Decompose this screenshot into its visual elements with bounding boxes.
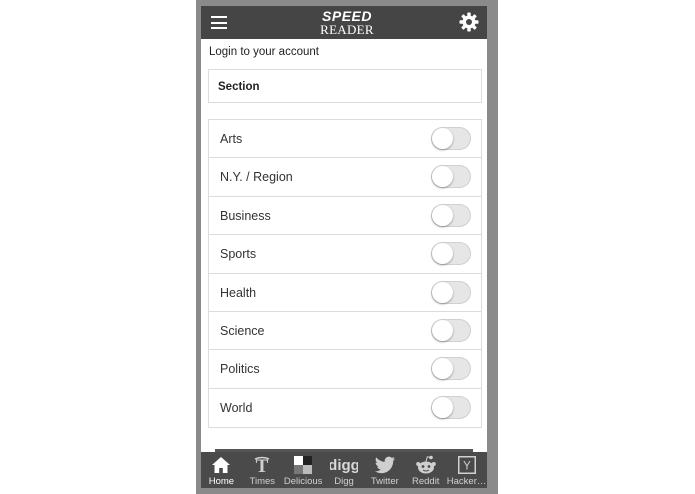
toggle-knob (432, 319, 453, 341)
section-title: Section (218, 81, 260, 93)
logo-line1: SPEED (322, 8, 372, 24)
section-row: Politics (209, 350, 481, 389)
section-row-label: Health (220, 285, 257, 300)
tab-hacker-news[interactable]: Y Hacker… (446, 452, 487, 488)
section-toggle[interactable] (431, 165, 471, 189)
section-row-label: N.Y. / Region (220, 170, 293, 185)
section-row: N.Y. / Region (209, 158, 481, 197)
hacker-news-icon: Y (446, 455, 487, 475)
twitter-icon (364, 455, 405, 475)
digg-icon: digg (324, 455, 365, 475)
tab-home[interactable]: Home (201, 452, 242, 488)
section-toggle[interactable] (431, 395, 471, 419)
menu-icon[interactable] (211, 16, 227, 29)
section-row-label: Science (220, 323, 265, 338)
delicious-icon (283, 455, 324, 475)
section-row: Health (209, 274, 481, 312)
section-row-label: Arts (220, 132, 243, 146)
toggle-knob (432, 243, 453, 265)
svg-text:Y: Y (463, 461, 471, 473)
section-row: Science (209, 312, 481, 351)
section-toggle[interactable] (431, 127, 471, 150)
section-toggle[interactable] (431, 318, 471, 342)
tab-label: Reddit (411, 476, 440, 487)
section-toggle[interactable] (431, 203, 471, 227)
tab-twitter[interactable]: Twitter (364, 452, 405, 488)
section-row: World (209, 389, 481, 427)
tab-bar: Home T Times Delicious digg Digg Twitter Reddit… (201, 452, 487, 488)
phone-frame: SPEED READER Login to your account Secti… (196, 0, 498, 494)
toggle-knob (432, 396, 453, 418)
toggle-knob (432, 281, 453, 303)
section-toggle[interactable] (431, 242, 471, 266)
tab-label: Hacker… (446, 476, 487, 487)
logo-line2: READER (320, 22, 374, 37)
gear-icon[interactable] (459, 12, 479, 32)
section-toggle[interactable] (431, 357, 471, 381)
times-icon: T (242, 455, 283, 475)
tab-delicious[interactable]: Delicious (283, 452, 324, 488)
section-row-label: Sports (220, 247, 257, 262)
top-bar: SPEED READER (201, 6, 487, 39)
login-link[interactable]: Login to your account (209, 46, 319, 58)
toggle-knob (432, 166, 453, 188)
toggle-knob (432, 128, 453, 149)
reddit-icon (405, 455, 446, 475)
svg-text:digg: digg (330, 457, 358, 474)
tab-label: Digg (334, 476, 354, 487)
app-screen: SPEED READER Login to your account Secti… (201, 6, 487, 488)
tab-digg[interactable]: digg Digg (324, 452, 365, 488)
tab-reddit[interactable]: Reddit (405, 452, 446, 488)
section-row: Sports (209, 235, 481, 274)
toggle-knob (432, 358, 453, 380)
tab-label: Times (249, 476, 276, 487)
tab-times[interactable]: T Times (242, 452, 283, 488)
home-icon (201, 455, 242, 475)
section-row-label: Business (220, 208, 271, 223)
section-toggle[interactable] (431, 280, 471, 304)
tab-label: Twitter (370, 476, 399, 487)
toggle-knob (432, 204, 453, 226)
app-logo: SPEED READER (305, 9, 389, 37)
section-row-label: Politics (220, 362, 260, 377)
tab-label: Home (208, 476, 235, 487)
tab-label: Delicious (283, 476, 323, 487)
section-row-label: World (220, 400, 253, 415)
section-row: Arts (209, 120, 481, 159)
section-list: Arts N.Y. / Region Business Sports Health Sci… (208, 119, 482, 429)
section-row: Business (209, 197, 481, 236)
section-header: Section (208, 69, 482, 103)
